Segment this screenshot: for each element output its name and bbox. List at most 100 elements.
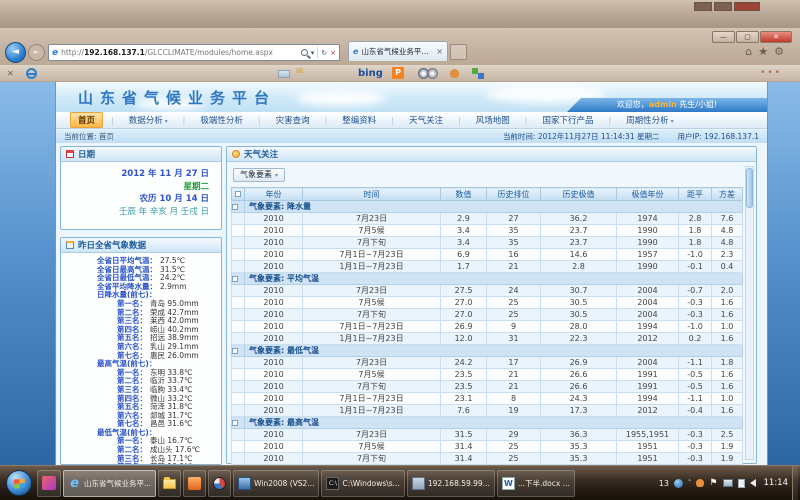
- table-row[interactable]: 20107月1日~7月23日23.1824.31994-1.11.0: [232, 393, 743, 405]
- cell: 7月下旬: [303, 453, 441, 465]
- taskbar-clock[interactable]: 11:14: [764, 478, 789, 488]
- column-header: 历史极值: [541, 188, 617, 201]
- nav-item-1[interactable]: 数据分析 ▾: [122, 113, 175, 127]
- table-group-row[interactable]: 气象要素: 最高气温: [232, 417, 743, 429]
- table-row[interactable]: 20101月1日~7月23日1.7212.81990-0.10.4: [232, 261, 743, 273]
- cell: 2010: [245, 369, 303, 381]
- cell: 2.8: [541, 261, 617, 273]
- group-checkbox-cell: [232, 273, 245, 285]
- show-desktop-button[interactable]: [792, 466, 798, 500]
- table-row[interactable]: 20107月下旬23.52126.61991-0.51.6: [232, 381, 743, 393]
- paw-tray-icon[interactable]: [696, 479, 704, 487]
- nav-item-6[interactable]: 风场地图: [469, 113, 517, 127]
- start-button[interactable]: [6, 470, 32, 496]
- taskbar-button-1[interactable]: e山东省气候业务平...: [63, 470, 156, 497]
- row-lead-cell: [232, 297, 245, 309]
- table-row[interactable]: 20107月1日~7月23日6.91614.61957-1.02.3: [232, 249, 743, 261]
- taskbar-button-5[interactable]: Win2008 (VS2...: [233, 470, 319, 497]
- cell: 30.5: [541, 309, 617, 321]
- table-row[interactable]: 20101月1日~7月23日12.03122.320120.21.6: [232, 333, 743, 345]
- table-group-row[interactable]: 气象要素: 平均气温: [232, 273, 743, 285]
- cell: 1月1日~7月23日: [303, 405, 441, 417]
- puzzle-icon[interactable]: [478, 73, 484, 79]
- stop-icon[interactable]: ×: [330, 49, 336, 57]
- cell: 19: [487, 405, 541, 417]
- browser-tab[interactable]: e 山东省气候业务平... ×: [348, 41, 448, 61]
- mail-icon[interactable]: ✉: [296, 67, 304, 77]
- more-icon[interactable]: •••: [760, 68, 782, 78]
- show-hidden-icons-icon[interactable]: ˄: [688, 479, 692, 487]
- action-center-flag-icon[interactable]: ⚑: [709, 478, 717, 488]
- back-button[interactable]: ◄: [5, 42, 26, 63]
- search-icon[interactable]: [301, 49, 308, 56]
- table-group-row[interactable]: 气象要素: 最低气温: [232, 345, 743, 357]
- taskbar-button-7[interactable]: 192.168.59.99...: [407, 470, 495, 497]
- table-row[interactable]: 20107月5候31.42535.31951-0.31.9: [232, 441, 743, 453]
- table-row[interactable]: 20107月5候23.52126.61991-0.51.6: [232, 369, 743, 381]
- cell: 1990: [617, 237, 679, 249]
- table-row[interactable]: 20107月23日31.52936.31955,1951-0.32.5: [232, 429, 743, 441]
- scrollbar-thumb[interactable]: [746, 168, 753, 208]
- ime-indicator[interactable]: 13: [659, 479, 669, 488]
- expand-icon[interactable]: [232, 348, 238, 354]
- table-row[interactable]: 20107月5候3.43523.719901.84.8: [232, 225, 743, 237]
- table-row[interactable]: 20107月下旬31.42535.31951-0.31.9: [232, 453, 743, 465]
- table-row[interactable]: 20107月1日~7月23日26.9928.01994-1.01.0: [232, 321, 743, 333]
- panel-scrollbar[interactable]: [745, 166, 754, 460]
- cell: 7.6: [712, 213, 743, 225]
- card-icon[interactable]: [278, 70, 290, 78]
- nav-item-4[interactable]: 整编资料: [335, 113, 383, 127]
- expand-icon[interactable]: [232, 204, 238, 210]
- speaker-icon[interactable]: [750, 479, 756, 487]
- table-row[interactable]: 20107月23日2.92736.219742.87.6: [232, 213, 743, 225]
- taskbar-button-8[interactable]: W...下半.docx ...: [497, 470, 575, 497]
- taskbar-button-3[interactable]: [183, 470, 206, 497]
- tab-close-icon[interactable]: ×: [436, 47, 443, 56]
- table-row[interactable]: 20107月23日27.52430.72004-0.72.0: [232, 285, 743, 297]
- browser-toolbar-icons[interactable]: ⌂★⚙: [745, 45, 790, 58]
- main-nav: 首页|数据分析 ▾|极端性分析|灾害查询|整编资料|天气关注|风场地图|国家下行…: [56, 112, 767, 129]
- element-filter-button[interactable]: 气象要素▾: [233, 168, 285, 182]
- paw-icon[interactable]: [450, 69, 459, 78]
- checkbox-icon[interactable]: [235, 191, 241, 197]
- bing-logo[interactable]: bing: [358, 68, 383, 79]
- disc-icon[interactable]: [427, 68, 438, 79]
- p-badge-icon[interactable]: P: [392, 67, 404, 79]
- nav-item-8[interactable]: 周期性分析 ▾: [619, 113, 680, 127]
- table-row[interactable]: 20107月5候27.02530.52004-0.31.6: [232, 297, 743, 309]
- expand-icon[interactable]: [232, 420, 238, 426]
- cell: 7月5候: [303, 297, 441, 309]
- refresh-icon[interactable]: ↻: [321, 49, 327, 57]
- row-lead-cell: [232, 213, 245, 225]
- taskbar-button-label: 山东省气候业务平...: [84, 478, 151, 489]
- cell: 1.6: [712, 297, 743, 309]
- table-group-row[interactable]: 气象要素: 降水量: [232, 201, 743, 213]
- table-row[interactable]: 20107月下旬3.43523.719901.84.8: [232, 237, 743, 249]
- table-row[interactable]: 20101月1日~7月23日7.61917.32012-0.41.6: [232, 405, 743, 417]
- chevron-down-icon[interactable]: ▾: [311, 49, 315, 57]
- globe-icon[interactable]: [674, 479, 683, 488]
- close-addon-icon[interactable]: ✕: [7, 69, 14, 78]
- table-row[interactable]: 20107月下旬27.02530.52004-0.31.6: [232, 309, 743, 321]
- nav-item-7[interactable]: 国家下行产品: [535, 113, 600, 127]
- cell: 27.0: [441, 297, 487, 309]
- taskbar-button-4[interactable]: [208, 470, 231, 497]
- address-bar[interactable]: e http://192.168.137.1/GLCCLIMATE/module…: [48, 44, 340, 61]
- forward-button[interactable]: ►: [28, 44, 45, 61]
- expand-icon[interactable]: [232, 276, 238, 282]
- table-row[interactable]: 20107月23日24.21726.92004-1.11.8: [232, 357, 743, 369]
- taskbar-button-6[interactable]: C:\C:\Windows\s...: [321, 470, 404, 497]
- new-tab-button[interactable]: [450, 44, 467, 60]
- folder-icon: [163, 479, 176, 489]
- taskbar-button-2[interactable]: [158, 470, 181, 497]
- cell: 7月5候: [303, 369, 441, 381]
- nav-item-2[interactable]: 极端性分析: [193, 113, 250, 127]
- nav-item-3[interactable]: 灾害查询: [269, 113, 317, 127]
- browser-nav-row: ◄ ► e http://192.168.137.1/GLCCLIMATE/mo…: [0, 40, 800, 64]
- addon-circle-icon[interactable]: [26, 68, 37, 79]
- nav-item-5[interactable]: 天气关注: [402, 113, 450, 127]
- nav-item-0[interactable]: 首页: [70, 112, 103, 128]
- taskbar-button-0[interactable]: [37, 470, 61, 497]
- network-icon[interactable]: [723, 479, 733, 487]
- date-panel-body: 2012 年 11 月 27 日 星期二 农历 10 月 14 日 壬辰 年 辛…: [61, 162, 221, 218]
